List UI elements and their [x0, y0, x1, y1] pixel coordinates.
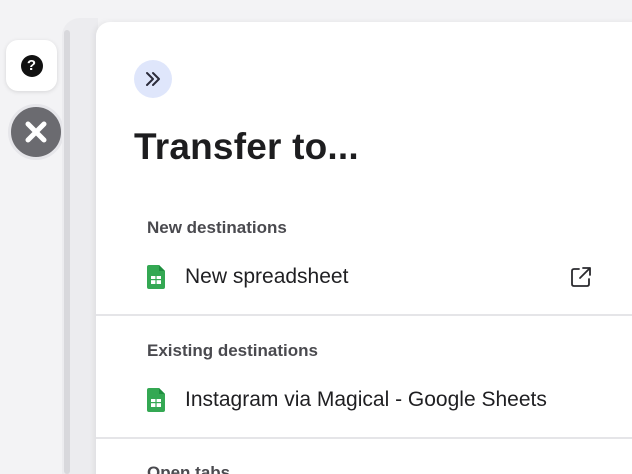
external-link-icon[interactable]	[570, 266, 592, 288]
list-item-label: Instagram via Magical - Google Sheets	[185, 388, 547, 411]
panel-drag-handle[interactable]	[64, 30, 70, 474]
section-label-new-destinations: New destinations	[147, 218, 287, 237]
collapse-button[interactable]	[134, 60, 172, 98]
google-sheets-icon	[147, 388, 165, 412]
close-icon	[25, 121, 47, 143]
section-label-open-tabs: Open tabs	[147, 463, 231, 474]
section-label-existing-destinations: Existing destinations	[147, 341, 318, 360]
panel-title: Transfer to...	[134, 126, 359, 167]
double-chevron-right-icon	[146, 72, 160, 86]
app-stage: ? Transfer to... New destinations New sp…	[0, 0, 632, 474]
section-divider	[96, 314, 632, 316]
list-item-new-spreadsheet[interactable]: New spreadsheet	[147, 262, 348, 292]
section-divider	[96, 437, 632, 439]
transfer-panel: Transfer to... New destinations New spre…	[96, 22, 632, 474]
left-rail: ?	[0, 0, 70, 474]
question-icon: ?	[20, 54, 43, 77]
list-item-instagram-sheet[interactable]: Instagram via Magical - Google Sheets	[147, 385, 547, 415]
help-button[interactable]: ?	[6, 40, 57, 91]
close-button[interactable]	[8, 104, 64, 160]
list-item-label: New spreadsheet	[185, 265, 349, 288]
google-sheets-icon	[147, 265, 165, 289]
